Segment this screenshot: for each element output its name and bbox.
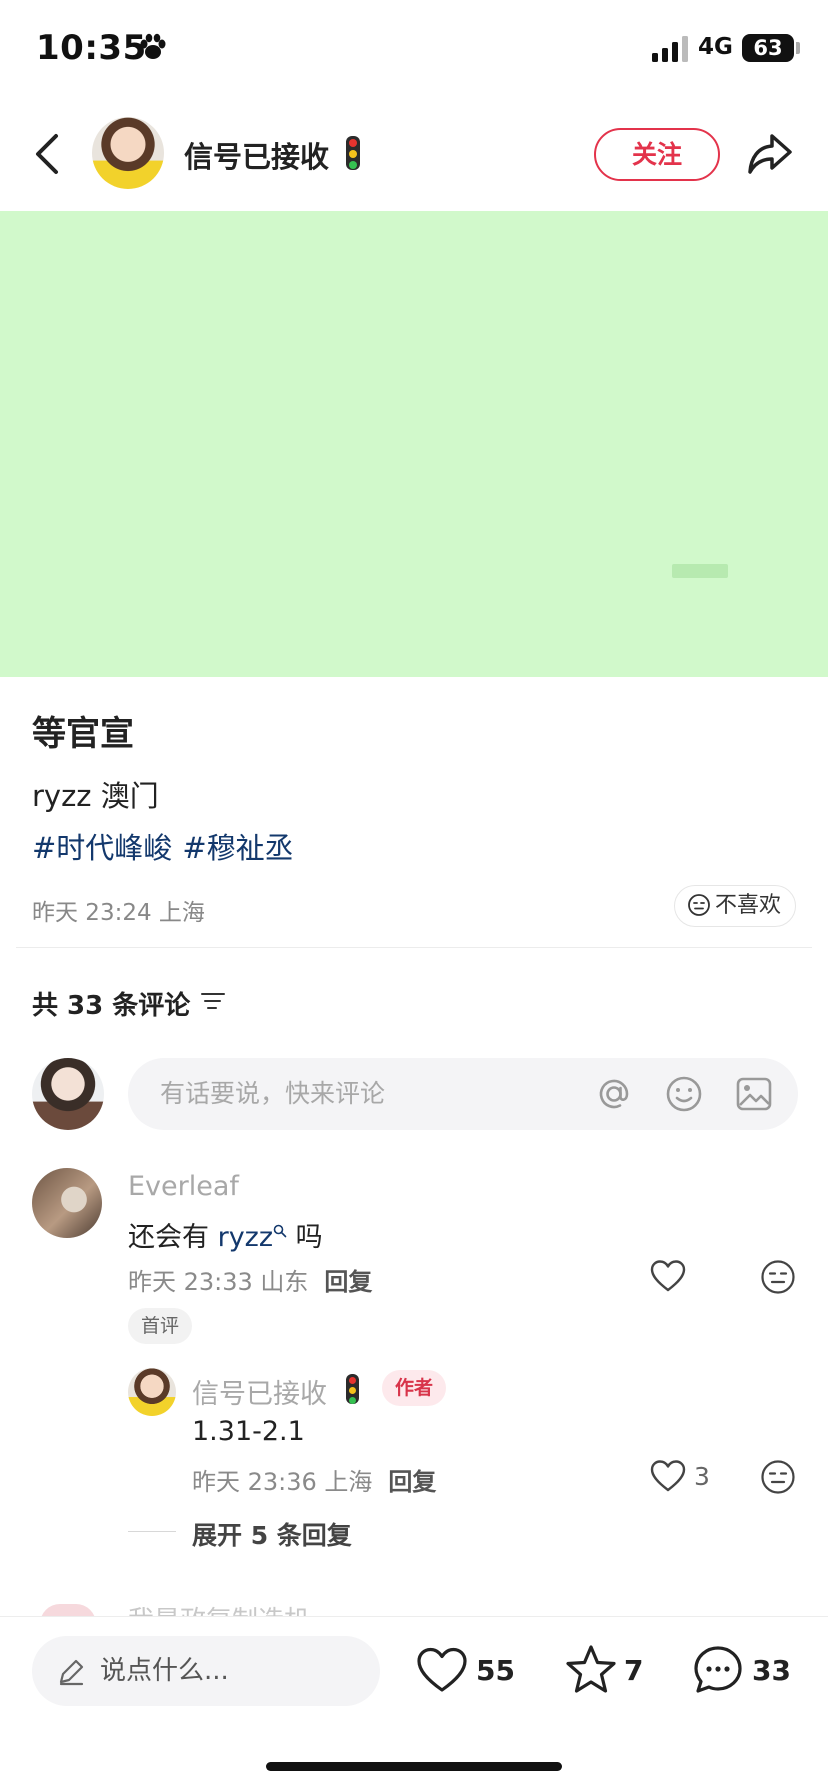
- image-picker-icon[interactable]: [734, 1074, 774, 1114]
- star-count: 7: [624, 1654, 644, 1687]
- comment-text: 还会有 ryzz 吗: [128, 1215, 323, 1254]
- first-comment-badge: 首评: [128, 1308, 192, 1344]
- my-avatar: [32, 1058, 104, 1130]
- post-title: 等官宣: [32, 714, 134, 754]
- emoji-icon[interactable]: [664, 1074, 704, 1114]
- tag-link[interactable]: #时代峰峻: [32, 831, 172, 865]
- dislike-label: 不喜欢: [715, 893, 782, 918]
- back-arrow-icon[interactable]: [32, 130, 62, 178]
- traffic-light-icon: [346, 136, 360, 170]
- reply-time-location: 昨天 23:36 上海: [192, 1468, 373, 1496]
- like-heart-icon[interactable]: [416, 1646, 468, 1694]
- post-meta: 昨天 23:24 上海: [32, 900, 205, 926]
- comment-time-location: 昨天 23:33 山东: [128, 1268, 309, 1296]
- commenter-avatar[interactable]: [32, 1168, 102, 1238]
- tag-link[interactable]: #穆祉丞: [182, 831, 293, 865]
- sort-icon[interactable]: [200, 990, 226, 1012]
- mention-link[interactable]: ryzz: [218, 1222, 273, 1253]
- comment-bubble-icon[interactable]: [692, 1644, 744, 1696]
- meh-face-icon: [688, 894, 710, 916]
- search-icon: [273, 1224, 287, 1238]
- reply-like-count: 3: [694, 1462, 710, 1491]
- follow-button[interactable]: 关注: [594, 128, 720, 181]
- expand-replies-button[interactable]: 展开 5 条回复: [192, 1516, 352, 1552]
- divider: [16, 947, 812, 948]
- author-badge: 作者: [382, 1370, 446, 1406]
- comment-text-part: 还会有: [128, 1222, 218, 1253]
- paw-icon: [140, 33, 166, 59]
- post-text: ryzz 澳门: [32, 779, 159, 813]
- signal-icon: [652, 36, 688, 62]
- post-tags: #时代峰峻 #穆祉丞: [32, 825, 294, 867]
- image-page-indicator: [672, 564, 728, 578]
- reply-author-avatar[interactable]: [128, 1368, 176, 1416]
- battery-tip: [796, 42, 800, 54]
- share-icon[interactable]: [746, 132, 794, 176]
- dislike-face-icon[interactable]: [760, 1259, 796, 1295]
- author-name-text: 信号已接收: [184, 140, 330, 174]
- like-count: 55: [476, 1654, 515, 1687]
- dislike-face-icon[interactable]: [760, 1459, 796, 1495]
- network-type: 4G: [698, 34, 733, 60]
- comment-meta: 昨天 23:33 山东 回复: [128, 1262, 372, 1297]
- commenter-name[interactable]: Everleaf: [128, 1171, 239, 1202]
- author-avatar[interactable]: [92, 117, 164, 189]
- dislike-button[interactable]: 不喜欢: [674, 885, 796, 927]
- expand-line: [128, 1531, 176, 1532]
- traffic-light-icon: [346, 1374, 359, 1404]
- home-indicator: [266, 1762, 562, 1771]
- status-time: 10:35: [36, 28, 147, 68]
- pencil-icon: [59, 1659, 84, 1686]
- reply-author-name-text: 信号已接收: [192, 1379, 327, 1410]
- heart-icon[interactable]: [650, 1459, 686, 1493]
- reply-button[interactable]: 回复: [388, 1468, 436, 1496]
- author-name[interactable]: 信号已接收: [184, 134, 329, 176]
- reply-text: 1.31-2.1: [192, 1416, 305, 1447]
- heart-icon[interactable]: [650, 1259, 686, 1293]
- comment-count: 33: [752, 1654, 791, 1687]
- comments-count: 共 33 条评论: [32, 991, 191, 1021]
- post-image[interactable]: [0, 211, 828, 677]
- mention-at-icon[interactable]: [594, 1074, 634, 1114]
- reply-author-name[interactable]: 信号已接收: [192, 1372, 327, 1411]
- battery-level: 63: [742, 34, 794, 62]
- star-icon[interactable]: [564, 1644, 618, 1696]
- reply-button[interactable]: 回复: [324, 1268, 372, 1296]
- comment-text-part: 吗: [287, 1222, 323, 1253]
- reply-meta: 昨天 23:36 上海 回复: [192, 1462, 436, 1497]
